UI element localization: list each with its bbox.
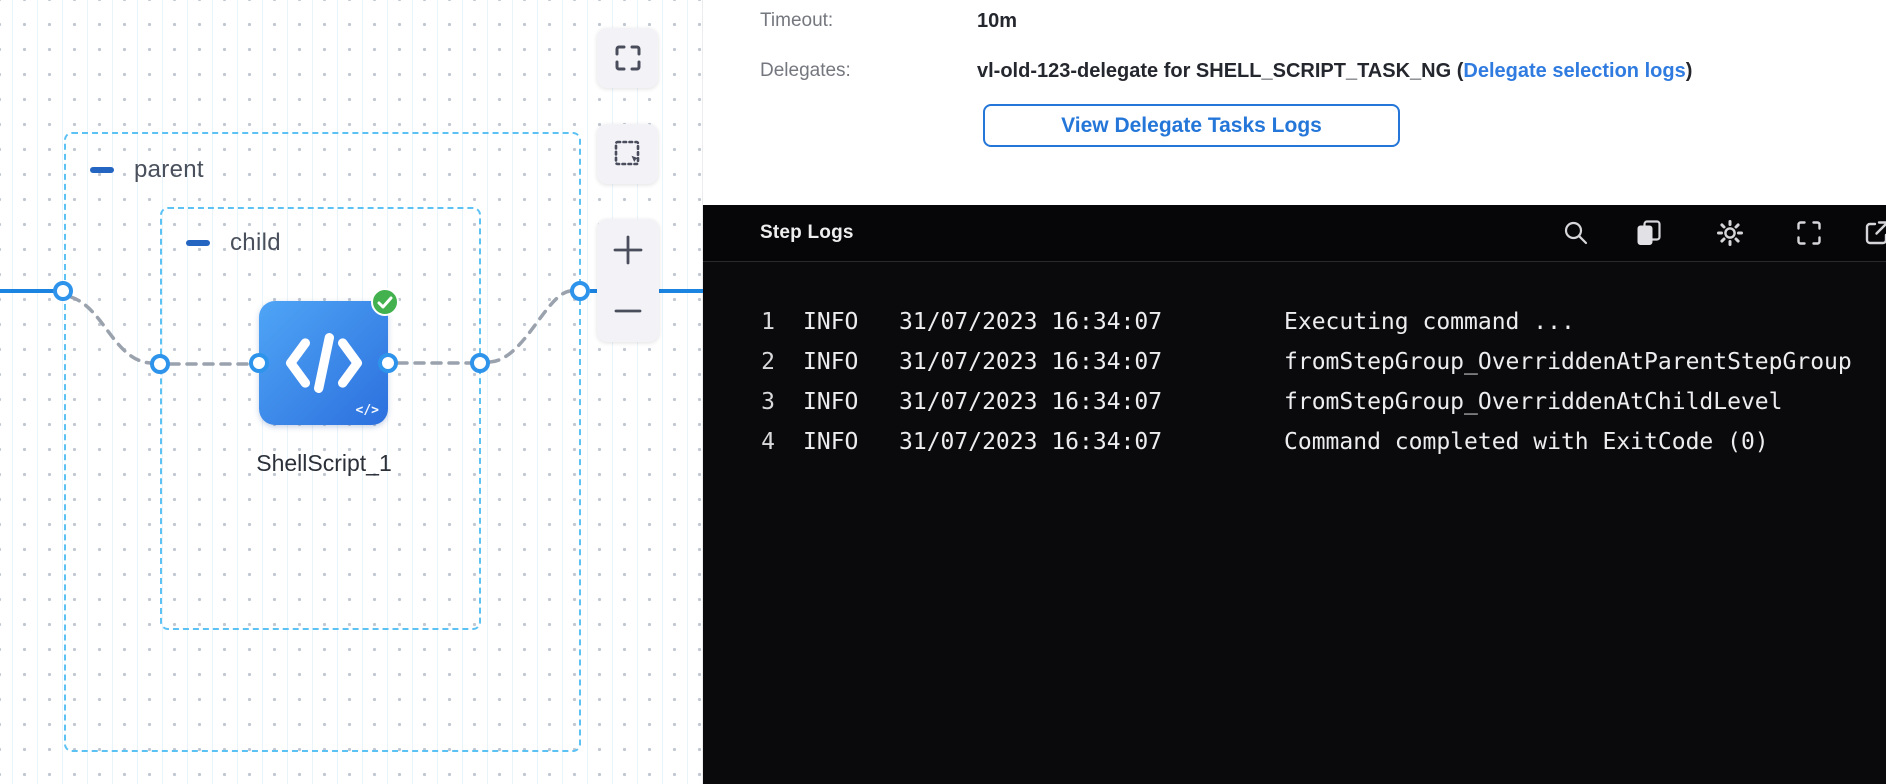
minus-icon	[612, 295, 644, 327]
shell-script-type-icon: </>	[356, 403, 379, 418]
delegates-value: vl-old-123-delegate for SHELL_SCRIPT_TAS…	[977, 60, 1692, 83]
marquee-selection-icon	[612, 138, 644, 170]
connector-port[interactable]	[249, 353, 269, 373]
log-line-number: 3	[737, 382, 775, 422]
log-level: INFO	[803, 382, 861, 422]
log-message: Command completed with ExitCode (0)	[1284, 422, 1769, 462]
log-line: 1 INFO 31/07/2023 16:34:07 Executing com…	[737, 302, 1886, 342]
connector-port[interactable]	[570, 281, 590, 301]
timeout-row: Timeout: 10m	[760, 10, 1017, 33]
log-line: 3 INFO 31/07/2023 16:34:07 fromStepGroup…	[737, 382, 1886, 422]
zoom-in-button[interactable]	[597, 219, 659, 281]
collapse-parent-icon[interactable]	[90, 167, 114, 173]
log-line-number: 4	[737, 422, 775, 462]
step-logs-title: Step Logs	[760, 222, 854, 244]
log-settings-gear-icon[interactable]	[1716, 219, 1744, 247]
step-details-pane: Timeout: 10m Delegates: vl-old-123-deleg…	[703, 0, 1886, 784]
log-line: 4 INFO 31/07/2023 16:34:07 Command compl…	[737, 422, 1886, 462]
step-logs-header: Step Logs	[703, 205, 1886, 262]
log-timestamp: 31/07/2023 16:34:07	[899, 382, 1167, 422]
log-level: INFO	[803, 422, 861, 462]
connector-port[interactable]	[378, 353, 398, 373]
log-message: fromStepGroup_OverriddenAtParentStepGrou…	[1284, 342, 1852, 382]
log-line-number: 1	[737, 302, 775, 342]
log-line: 2 INFO 31/07/2023 16:34:07 fromStepGroup…	[737, 342, 1886, 382]
zoom-out-button[interactable]	[597, 281, 659, 343]
plus-icon	[612, 234, 644, 266]
copy-logs-icon[interactable]	[1635, 219, 1663, 247]
fullscreen-icon	[613, 43, 643, 73]
collapse-child-icon[interactable]	[186, 240, 210, 246]
timeout-value: 10m	[977, 10, 1017, 33]
log-level: INFO	[803, 302, 861, 342]
connector-port[interactable]	[150, 354, 170, 374]
open-in-new-window-icon[interactable]	[1863, 219, 1886, 247]
log-timestamp: 31/07/2023 16:34:07	[899, 302, 1167, 342]
connector-port[interactable]	[470, 353, 490, 373]
view-delegate-tasks-logs-button[interactable]: View Delegate Tasks Logs	[983, 104, 1400, 147]
connector-port[interactable]	[53, 281, 73, 301]
parent-group-label: parent	[134, 156, 204, 184]
log-line-number: 2	[737, 342, 775, 382]
log-timestamp: 31/07/2023 16:34:07	[899, 422, 1167, 462]
log-lines[interactable]: 1 INFO 31/07/2023 16:34:07 Executing com…	[703, 262, 1886, 462]
expand-logs-fullscreen-icon[interactable]	[1795, 219, 1823, 247]
canvas-select-region-button[interactable]	[597, 124, 658, 184]
delegates-label: Delegates:	[760, 60, 977, 83]
log-message: Executing command ...	[1284, 302, 1575, 342]
pipeline-step-details-view: parent child </> She	[0, 0, 1886, 784]
shellscript-step-node[interactable]: </>	[259, 301, 388, 425]
step-success-badge-icon	[371, 288, 399, 316]
step-logs-panel: Step Logs	[703, 205, 1886, 784]
canvas-zoom-panel	[597, 219, 659, 342]
timeout-label: Timeout:	[760, 10, 977, 33]
code-icon	[283, 331, 365, 395]
pipeline-canvas[interactable]: parent child </> She	[0, 0, 703, 784]
log-level: INFO	[803, 342, 861, 382]
delegate-selection-logs-link[interactable]: Delegate selection logs	[1463, 60, 1685, 82]
child-group-label: child	[230, 229, 281, 257]
canvas-fullscreen-button[interactable]	[597, 28, 658, 88]
step-group-parent[interactable]: parent child	[64, 132, 581, 752]
log-message: fromStepGroup_OverriddenAtChildLevel	[1284, 382, 1783, 422]
log-search-icon[interactable]	[1562, 219, 1590, 247]
log-timestamp: 31/07/2023 16:34:07	[899, 342, 1167, 382]
delegates-row: Delegates: vl-old-123-delegate for SHELL…	[760, 60, 1692, 83]
step-node-label: ShellScript_1	[224, 450, 424, 477]
